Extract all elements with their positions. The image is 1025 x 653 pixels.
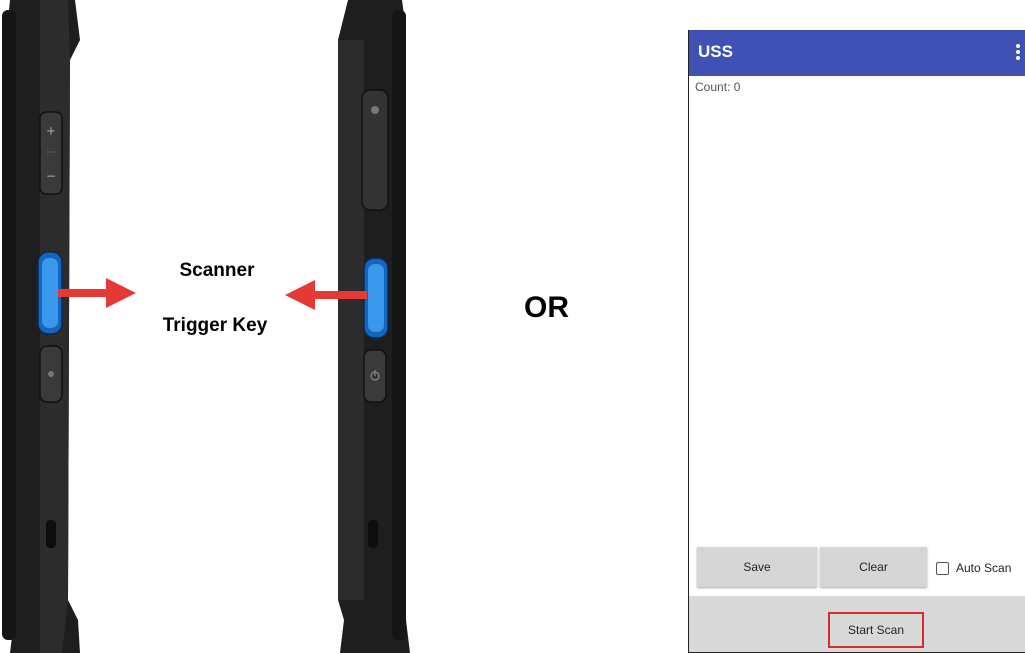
sim-slot-cover[interactable] [361, 89, 389, 211]
scanner-trigger-key-right[interactable] [363, 257, 389, 339]
arrow-right-icon [58, 278, 136, 308]
svg-text:+: + [46, 124, 56, 138]
count-display: Count: 0 [695, 80, 740, 94]
clear-button[interactable]: Clear [820, 547, 927, 587]
auto-scan-checkbox[interactable]: Auto Scan [936, 558, 1011, 578]
callout-label-line1: Scanner [179, 260, 255, 281]
power-key-right[interactable] [363, 349, 387, 403]
callout-label-line2: Trigger Key [162, 315, 268, 336]
device-left-side: + − [0, 0, 90, 653]
volume-keys[interactable]: + − [39, 111, 63, 195]
app-title: USS [698, 42, 733, 61]
power-key-left[interactable] [39, 345, 63, 403]
auto-scan-label: Auto Scan [956, 561, 1012, 575]
start-scan-button[interactable]: Start Scan [828, 612, 924, 648]
checkbox-icon[interactable] [936, 561, 949, 575]
svg-text:−: − [46, 169, 56, 183]
or-separator: OR [524, 291, 569, 324]
device-right-side [330, 0, 410, 653]
app-bar: USS [689, 30, 1025, 76]
overflow-menu-icon[interactable] [1016, 44, 1022, 62]
save-button[interactable]: Save [697, 547, 817, 587]
arrow-left-icon [285, 280, 367, 310]
count-label: Count: [695, 80, 731, 94]
app-screen: USS Count: 0 Save Clear Auto Scan Start … [688, 30, 1025, 653]
count-value: 0 [733, 80, 741, 94]
